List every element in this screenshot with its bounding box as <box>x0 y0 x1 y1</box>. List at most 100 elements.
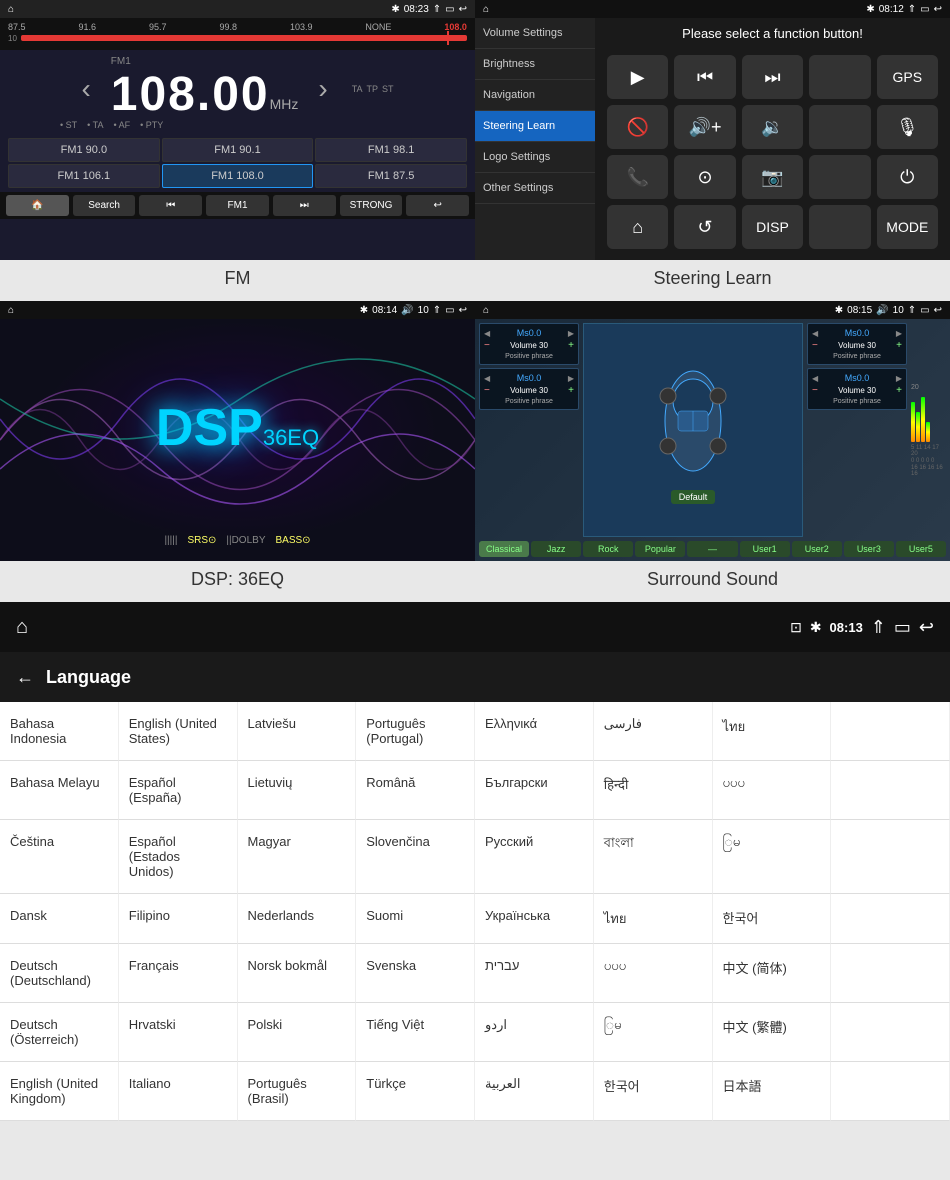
lang-thai-2[interactable]: ไทย <box>594 894 713 944</box>
lang-hebrew[interactable]: עברית <box>475 944 594 1003</box>
lang-russian[interactable]: Русский <box>475 820 594 894</box>
st-mic-btn[interactable]: 🎙 <box>877 105 938 149</box>
lang-slovencina[interactable]: Slovenčina <box>356 820 475 894</box>
lang-chinese-traditional[interactable]: 中文 (繁體) <box>713 1003 832 1062</box>
st-play-btn[interactable]: ▶ <box>607 55 668 99</box>
lang-bahasa-indonesia[interactable]: Bahasa Indonesia <box>0 702 119 761</box>
lang-espanol-espana[interactable]: Español (España) <box>119 761 238 820</box>
sidebar-item-other[interactable]: Other Settings <box>475 173 595 204</box>
st-call-btn[interactable]: 📞 <box>607 155 668 199</box>
lang-suomi[interactable]: Suomi <box>356 894 475 944</box>
fm-next-button[interactable]: › <box>318 73 327 105</box>
lang-hindi[interactable]: हिन्दी <box>594 761 713 820</box>
lang-svenska[interactable]: Svenska <box>356 944 475 1003</box>
lang-bahasa-melayu[interactable]: Bahasa Melayu <box>0 761 119 820</box>
st-vol-down-btn[interactable]: 🔉 <box>742 105 803 149</box>
lang-latviesu[interactable]: Latviešu <box>238 702 357 761</box>
fm-tp-tag: TP <box>367 84 379 94</box>
lang-myanmar-2[interactable]: ြမ <box>713 820 832 894</box>
lang-nederlands[interactable]: Nederlands <box>238 894 357 944</box>
fm-prev-track-button[interactable]: ⏮ <box>139 195 202 216</box>
su-preset-user3[interactable]: User3 <box>844 541 894 557</box>
st-mode-btn[interactable]: MODE <box>877 205 938 249</box>
fm-fm1-button[interactable]: FM1 <box>206 195 269 216</box>
su-preset-user1[interactable]: User1 <box>740 541 790 557</box>
sidebar-item-brightness[interactable]: Brightness <box>475 49 595 80</box>
lang-greek[interactable]: Ελληνικά <box>475 702 594 761</box>
fm-preset-4[interactable]: FM1 108.0 <box>162 164 314 188</box>
fm-preset-0[interactable]: FM1 90.0 <box>8 138 160 162</box>
lang-lietuvi[interactable]: Lietuvių <box>238 761 357 820</box>
fm-preset-2[interactable]: FM1 98.1 <box>315 138 467 162</box>
lang-myanmar-1[interactable]: ပပပ <box>713 761 832 820</box>
lang-polski[interactable]: Polski <box>238 1003 357 1062</box>
sidebar-item-volume[interactable]: Volume Settings <box>475 18 595 49</box>
st-cam-btn[interactable]: 📷 <box>742 155 803 199</box>
lang-english-uk[interactable]: English (United Kingdom) <box>0 1062 119 1121</box>
lang-thai-1[interactable]: ไทย <box>713 702 832 761</box>
lang-korean-1[interactable]: 한국어 <box>713 894 832 944</box>
st-power-btn[interactable]: ⏻ <box>877 155 938 199</box>
lang-myanmar-4[interactable]: ြမ <box>594 1003 713 1062</box>
fm-preset-1[interactable]: FM1 90.1 <box>162 138 314 162</box>
fm-home-button[interactable]: 🏠 <box>6 195 69 216</box>
lang-italiano[interactable]: Italiano <box>119 1062 238 1121</box>
su-preset-user2[interactable]: User2 <box>792 541 842 557</box>
lang-ukrainian[interactable]: Українська <box>475 894 594 944</box>
lang-cestina[interactable]: Čeština <box>0 820 119 894</box>
lang-bengali[interactable]: বাংলা <box>594 820 713 894</box>
lang-portugues-portugal[interactable]: Português (Portugal) <box>356 702 475 761</box>
su-preset-popular[interactable]: Popular <box>635 541 685 557</box>
lang-turkce[interactable]: Türkçe <box>356 1062 475 1121</box>
st-return-btn[interactable]: ↺ <box>674 205 735 249</box>
st-source-btn[interactable]: ⊙ <box>674 155 735 199</box>
lang-francais[interactable]: Français <box>119 944 238 1003</box>
st-vol-up-btn[interactable]: 🔊+ <box>674 105 735 149</box>
lang-arabic[interactable]: العربية <box>475 1062 594 1121</box>
lang-bulgarian[interactable]: Български <box>475 761 594 820</box>
lang-myanmar-3[interactable]: ပပပ <box>594 944 713 1003</box>
su-preset-classical[interactable]: Classical <box>479 541 529 557</box>
lang-english-us[interactable]: English (United States) <box>119 702 238 761</box>
lang-magyar[interactable]: Magyar <box>238 820 357 894</box>
fm-bt-icon: ✱ <box>391 4 399 15</box>
lang-korean-2[interactable]: 한국어 <box>594 1062 713 1121</box>
fm-preset-5[interactable]: FM1 87.5 <box>315 164 467 188</box>
st-disp-btn[interactable]: DISP <box>742 205 803 249</box>
st-home2-btn[interactable]: ⌂ <box>607 205 668 249</box>
lang-espanol-estados[interactable]: Español (Estados Unidos) <box>119 820 238 894</box>
lang-deutsch-de[interactable]: Deutsch (Deutschland) <box>0 944 119 1003</box>
fm-preset-3[interactable]: FM1 106.1 <box>8 164 160 188</box>
lang-romana[interactable]: Română <box>356 761 475 820</box>
fm-meta-st: • ST <box>60 120 77 130</box>
lang-farsi[interactable]: فارسی <box>594 702 713 761</box>
su-preset-user5[interactable]: User5 <box>896 541 946 557</box>
lang-deutsch-at[interactable]: Deutsch (Österreich) <box>0 1003 119 1062</box>
lang-tieng-viet[interactable]: Tiếng Việt <box>356 1003 475 1062</box>
lang-filipino[interactable]: Filipino <box>119 894 238 944</box>
st-mute-btn[interactable]: 🚫 <box>607 105 668 149</box>
sidebar-item-logo[interactable]: Logo Settings <box>475 142 595 173</box>
fm-search-button[interactable]: Search <box>73 195 136 216</box>
fm-strong-button[interactable]: STRONG <box>340 195 403 216</box>
su-preset-jazz[interactable]: Jazz <box>531 541 581 557</box>
st-status-icons: ✱ 08:12 ⇑ ▭ ↩ <box>866 4 942 15</box>
lang-portugues-brasil[interactable]: Português (Brasil) <box>238 1062 357 1121</box>
fm-return-button[interactable]: ↩ <box>406 195 469 216</box>
sidebar-item-steering[interactable]: Steering Learn <box>475 111 595 142</box>
fm-prev-button[interactable]: ‹ <box>81 73 90 105</box>
st-prev-btn[interactable]: ⏮ <box>674 55 735 99</box>
fm-next-track-button[interactable]: ⏭ <box>273 195 336 216</box>
lang-dansk[interactable]: Dansk <box>0 894 119 944</box>
lang-urdu[interactable]: اردو <box>475 1003 594 1062</box>
lang-norsk[interactable]: Norsk bokmål <box>238 944 357 1003</box>
lang-hrvatski[interactable]: Hrvatski <box>119 1003 238 1062</box>
su-preset-rock[interactable]: Rock <box>583 541 633 557</box>
lang-chinese-simplified[interactable]: 中文 (简体) <box>713 944 832 1003</box>
sidebar-item-navigation[interactable]: Navigation <box>475 80 595 111</box>
st-gps-btn[interactable]: GPS <box>877 55 938 99</box>
lang-japanese[interactable]: 日本語 <box>713 1062 832 1121</box>
lang-back-button[interactable]: ← <box>16 667 34 688</box>
su-default-btn[interactable]: Default <box>671 490 716 504</box>
st-next-btn[interactable]: ⏭ <box>742 55 803 99</box>
